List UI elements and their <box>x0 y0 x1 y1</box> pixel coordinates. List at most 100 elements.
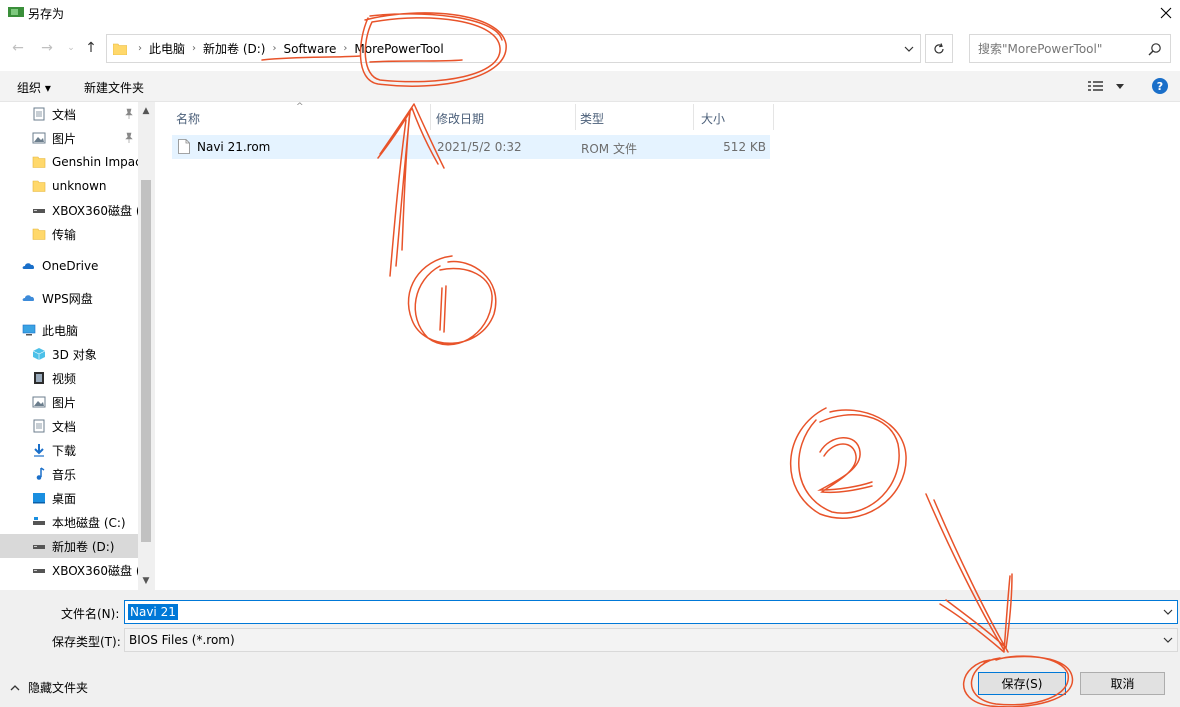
sidebar-item-label: 视频 <box>52 371 77 386</box>
details-view-icon <box>1088 81 1103 91</box>
column-divider[interactable] <box>693 104 694 130</box>
sidebar-item[interactable]: XBOX360磁盘 ( <box>0 198 138 222</box>
sidebar-item-label: 文档 <box>52 419 77 434</box>
chevron-down-icon <box>1163 637 1173 643</box>
organize-menu[interactable]: 组织 ▾ <box>17 79 51 96</box>
column-header-type[interactable]: 类型 <box>580 110 604 127</box>
sidebar-item-label: 音乐 <box>52 467 77 482</box>
sidebar-item[interactable]: WPS网盘 <box>0 286 138 310</box>
help-button[interactable]: ? <box>1152 78 1168 94</box>
document-icon <box>33 107 45 121</box>
breadcrumb-this-pc[interactable]: 此电脑 <box>145 40 189 57</box>
chevron-right-icon: › <box>138 43 142 54</box>
videos-icon <box>34 372 44 384</box>
chevron-right-icon[interactable]: › <box>340 43 350 54</box>
sidebar-item-label: 桌面 <box>52 491 77 506</box>
sidebar-item[interactable]: 视频 <box>0 366 138 390</box>
sidebar-item[interactable]: Genshin Impac <box>0 150 138 174</box>
hide-folders-toggle[interactable]: 隐藏文件夹 <box>10 679 88 696</box>
save-button[interactable]: 保存(S) <box>978 672 1066 695</box>
scroll-up-arrow-icon[interactable]: ▲ <box>141 106 151 116</box>
file-modified: 2021/5/2 0:32 <box>437 140 522 154</box>
forward-button[interactable]: → <box>38 39 56 57</box>
chevron-up-icon <box>10 684 20 690</box>
sidebar-item[interactable]: XBOX360磁盘 ( <box>0 558 138 582</box>
sidebar-item[interactable]: 传输 <box>0 222 138 246</box>
recent-locations-button[interactable]: ⌄ <box>62 39 80 57</box>
sidebar-item[interactable]: 文档 <box>0 414 138 438</box>
sidebar-item-label: XBOX360磁盘 ( <box>52 563 138 578</box>
filename-field[interactable]: Navi 21 <box>124 600 1178 624</box>
search-input[interactable] <box>978 41 1148 56</box>
music-icon <box>36 467 45 480</box>
file-list: ^ 名称 修改日期 类型 大小 Navi 21.rom 2021/5/2 0:3… <box>155 102 1180 590</box>
refresh-button[interactable] <box>925 34 953 63</box>
sidebar-item[interactable]: OneDrive <box>0 254 138 278</box>
system-drive-icon <box>33 517 45 525</box>
column-divider[interactable] <box>575 104 576 130</box>
cancel-button[interactable]: 取消 <box>1080 672 1165 695</box>
sidebar-item[interactable]: 新加卷 (D:) <box>0 534 138 558</box>
new-folder-button[interactable]: 新建文件夹 <box>84 79 144 96</box>
address-bar[interactable]: › 此电脑 › 新加卷 (D:) › Software › MorePowerT… <box>106 34 921 63</box>
sort-ascending-icon: ^ <box>296 102 304 112</box>
sidebar-item-label: 图片 <box>52 131 77 146</box>
sidebar-item[interactable]: 图片 <box>0 126 138 150</box>
sidebar-item-label: 下载 <box>52 443 77 458</box>
sidebar-item[interactable]: 音乐 <box>0 462 138 486</box>
sidebar-item[interactable]: unknown <box>0 174 138 198</box>
save-options-panel: 文件名(N): Navi 21 保存类型(T): BIOS Files (*.r… <box>0 590 1180 707</box>
navigation-pane-scrollbar[interactable]: ▲ ▼ <box>138 102 155 590</box>
hide-folders-label: 隐藏文件夹 <box>28 681 89 695</box>
sidebar-item[interactable]: 本地磁盘 (C:) <box>0 510 138 534</box>
sidebar-item[interactable]: 图片 <box>0 390 138 414</box>
download-icon <box>34 444 44 457</box>
folder-icon <box>113 43 127 55</box>
sidebar-item[interactable]: 桌面 <box>0 486 138 510</box>
breadcrumb-morepowertool[interactable]: MorePowerTool <box>350 42 447 56</box>
breadcrumb-volume-d[interactable]: 新加卷 (D:) <box>199 40 269 57</box>
filename-label: 文件名(N): <box>61 607 120 621</box>
chevron-down-icon[interactable] <box>1163 607 1173 617</box>
chevron-right-icon[interactable]: › <box>189 43 199 54</box>
desktop-icon <box>33 493 45 504</box>
sidebar-item[interactable]: 3D 对象 <box>0 342 138 366</box>
wps-cloud-icon <box>22 295 35 301</box>
file-size: 512 KB <box>723 140 766 154</box>
pictures-icon <box>32 132 46 144</box>
up-button[interactable]: ↑ <box>82 39 100 57</box>
address-history-dropdown[interactable] <box>902 42 916 56</box>
filetype-label: 保存类型(T): <box>52 635 121 649</box>
search-box[interactable] <box>969 34 1171 63</box>
sidebar-item[interactable]: 此电脑 <box>0 318 138 342</box>
column-header-date[interactable]: 修改日期 <box>436 110 484 127</box>
column-divider[interactable] <box>430 104 431 130</box>
breadcrumb-software[interactable]: Software <box>279 42 340 56</box>
sidebar-item-label: 本地磁盘 (C:) <box>52 515 126 530</box>
close-button[interactable] <box>1152 0 1180 26</box>
file-row[interactable]: Navi 21.rom 2021/5/2 0:32 ROM 文件 512 KB <box>172 135 770 159</box>
sidebar-item-label: unknown <box>52 179 107 193</box>
sidebar-item[interactable]: 文档 <box>0 102 138 126</box>
computer-icon <box>22 324 36 336</box>
close-icon <box>1160 7 1172 19</box>
scrollbar-thumb[interactable] <box>141 180 151 542</box>
chevron-down-icon: ⌄ <box>67 43 75 53</box>
folder-icon <box>32 228 46 240</box>
sidebar-item[interactable]: 下载 <box>0 438 138 462</box>
caret-down-icon <box>1116 83 1124 89</box>
scroll-down-arrow-icon[interactable]: ▼ <box>141 576 151 586</box>
refresh-icon <box>934 42 944 53</box>
filename-value[interactable]: Navi 21 <box>128 604 178 620</box>
column-header-name[interactable]: 名称 <box>176 110 200 127</box>
back-button[interactable]: ← <box>9 39 27 57</box>
drive-icon <box>33 209 45 213</box>
chevron-right-icon[interactable]: › <box>269 43 279 54</box>
sidebar-item-label: 3D 对象 <box>52 347 97 362</box>
view-options-button[interactable] <box>1088 78 1128 94</box>
sidebar-item-label: Genshin Impac <box>52 155 138 169</box>
filetype-select[interactable]: BIOS Files (*.rom) <box>124 628 1178 652</box>
column-header-size[interactable]: 大小 <box>701 110 725 127</box>
column-divider[interactable] <box>773 104 774 130</box>
sidebar-item-label: 图片 <box>52 395 77 410</box>
